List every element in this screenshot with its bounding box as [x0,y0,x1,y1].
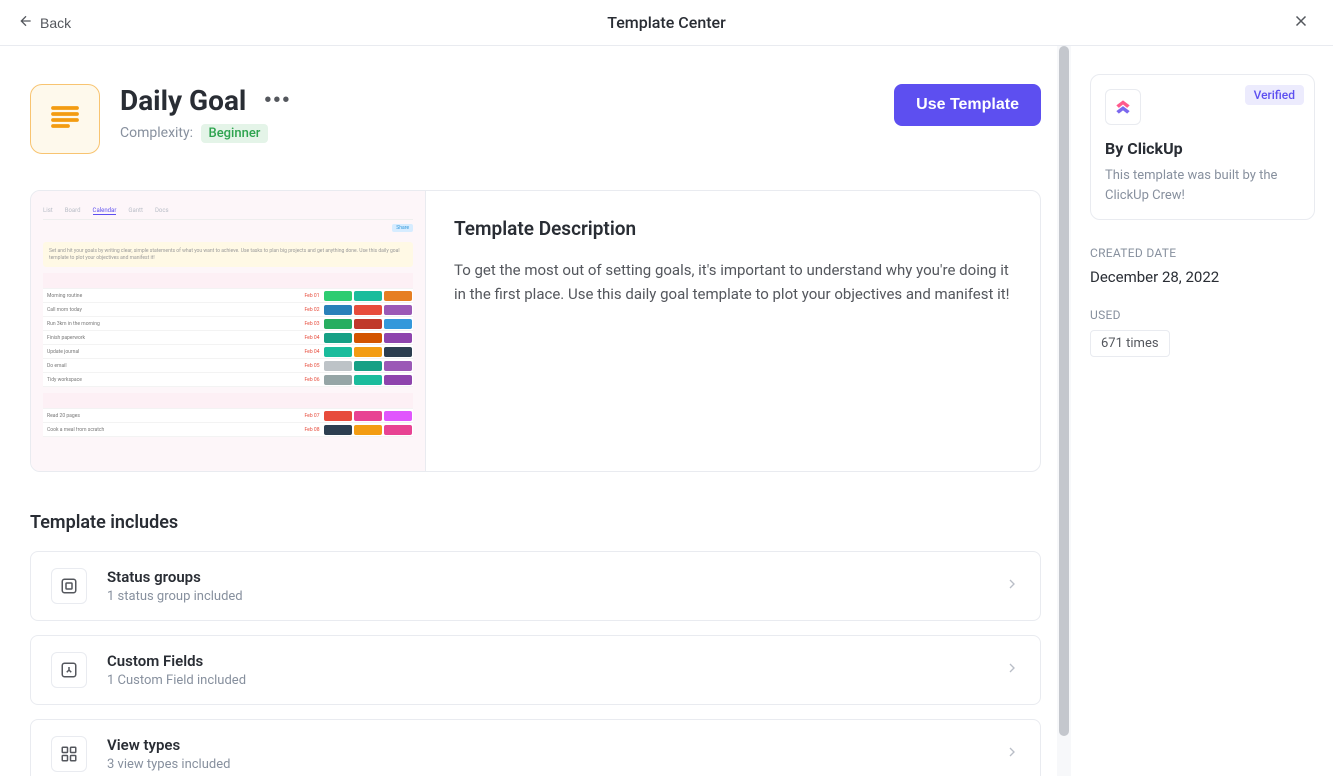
status-groups-icon [51,568,87,604]
scrollbar-track[interactable] [1057,46,1071,776]
view-types-icon [51,736,87,772]
include-title: Status groups [107,568,1004,586]
author-card: Verified By ClickUp This template was bu… [1090,74,1315,220]
main-content: Daily Goal ••• Complexity: Beginner Use … [0,46,1071,776]
chevron-right-icon [1004,576,1020,596]
include-subtitle: 1 Custom Field included [107,673,1004,688]
topbar: Back Template Center [0,0,1333,46]
page-title: Template Center [607,13,726,32]
template-preview-image: ListBoardCalendarGanttDocs Share Set and… [31,191,426,471]
custom-fields-icon [51,652,87,688]
scrollbar-thumb[interactable] [1059,46,1069,736]
include-item-custom-fields[interactable]: Custom Fields 1 Custom Field included [30,635,1041,705]
include-item-status-groups[interactable]: Status groups 1 status group included [30,551,1041,621]
description-heading: Template Description [454,217,1012,240]
template-header: Daily Goal ••• Complexity: Beginner Use … [30,84,1041,154]
description-text: To get the most out of setting goals, it… [454,258,1012,306]
more-options-button[interactable]: ••• [260,85,295,116]
chevron-right-icon [1004,744,1020,764]
close-button[interactable] [1287,9,1315,37]
arrow-left-icon [18,13,34,32]
back-button[interactable]: Back [18,13,71,32]
template-icon [30,84,100,154]
author-description: This template was built by the ClickUp C… [1105,166,1300,205]
sidebar: Verified By ClickUp This template was bu… [1071,46,1333,776]
includes-heading: Template includes [30,512,1041,533]
use-template-button[interactable]: Use Template [894,84,1041,126]
include-item-view-types[interactable]: View types 3 view types included [30,719,1041,776]
include-subtitle: 1 status group included [107,589,1004,604]
complexity-label: Complexity: [120,125,193,141]
description-card: ListBoardCalendarGanttDocs Share Set and… [30,190,1041,472]
created-date-value: December 28, 2022 [1090,268,1315,286]
clickup-logo-icon [1105,89,1141,125]
verified-badge: Verified [1245,85,1304,105]
complexity-badge: Beginner [201,124,269,143]
close-icon [1292,12,1310,33]
list-icon [47,99,83,139]
used-label: USED [1090,308,1315,322]
include-subtitle: 3 view types included [107,757,1004,772]
back-label: Back [40,15,71,31]
template-title: Daily Goal [120,84,246,117]
include-title: Custom Fields [107,652,1004,670]
created-date-label: CREATED DATE [1090,246,1315,260]
author-title: By ClickUp [1105,139,1300,158]
ellipsis-icon: ••• [264,89,291,111]
used-count-badge: 671 times [1090,330,1170,357]
chevron-right-icon [1004,660,1020,680]
include-title: View types [107,736,1004,754]
